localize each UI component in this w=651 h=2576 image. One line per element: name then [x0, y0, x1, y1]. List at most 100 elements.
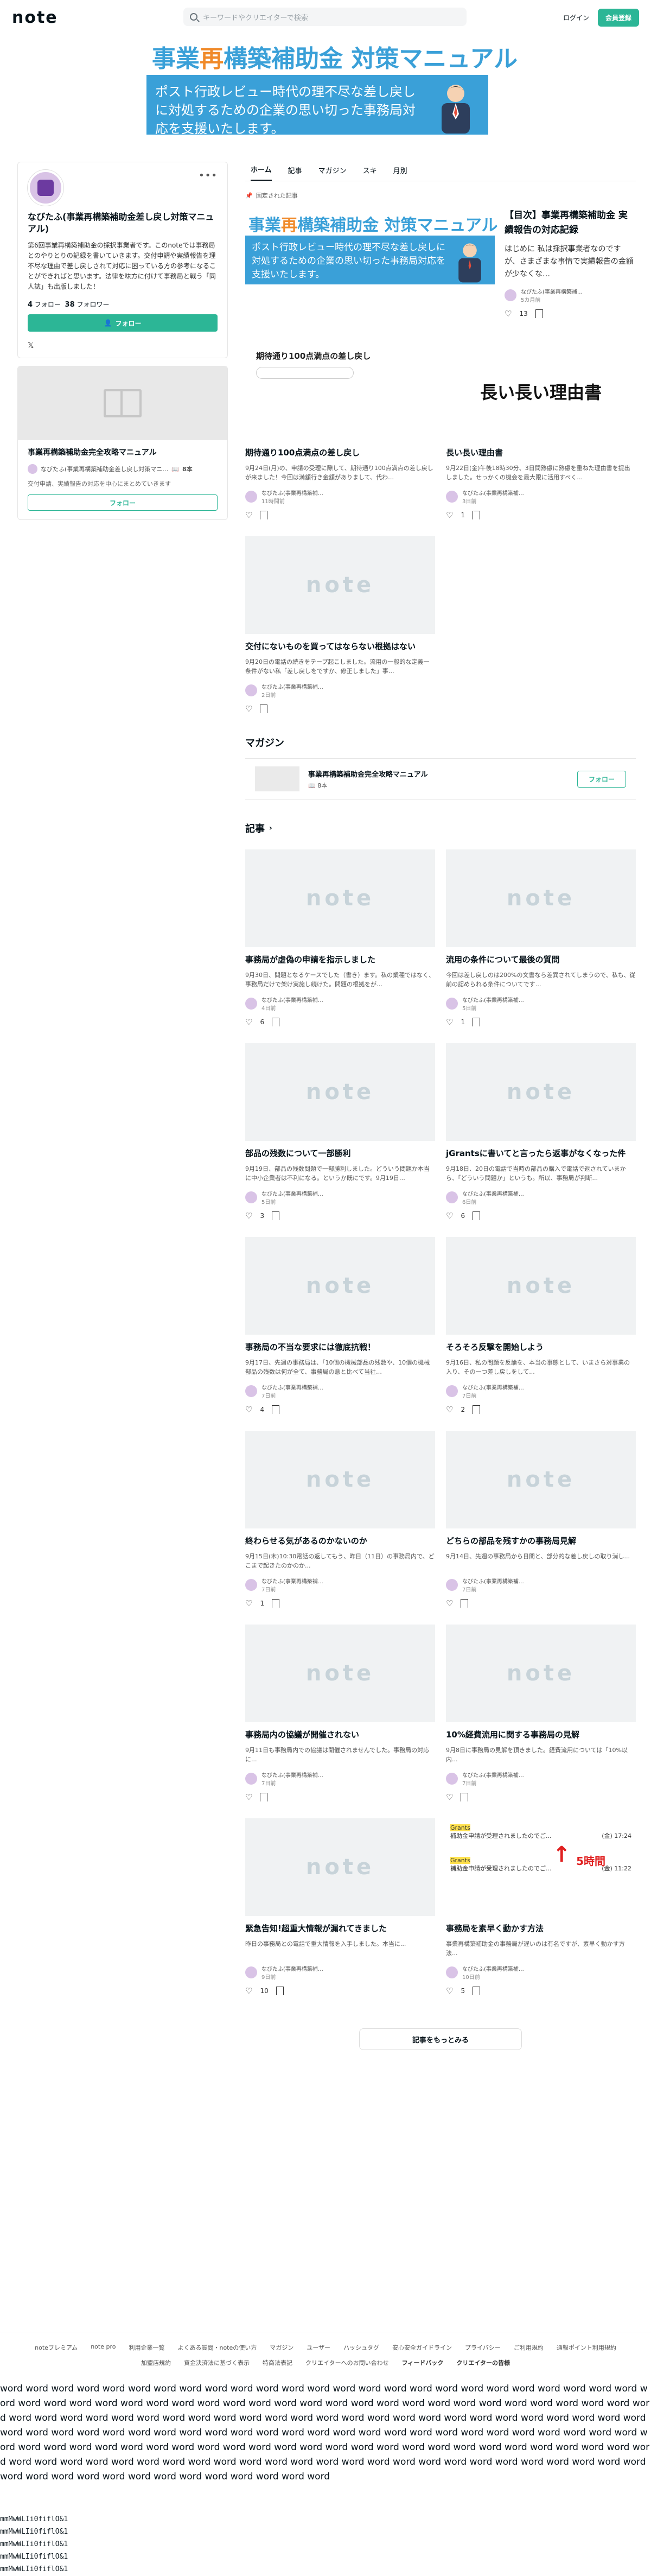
footer-link[interactable]: noteプレミアム: [35, 2343, 78, 2352]
note-placeholder-thumbnail[interactable]: note: [245, 1625, 435, 1722]
article-card[interactable]: note 緊急告知!超重大情報が漏れてきました 昨日の事務局との電話で重大情報を入…: [245, 1818, 435, 1996]
like-icon[interactable]: ♡: [446, 1598, 453, 1608]
tab-monthly[interactable]: 月別: [393, 165, 407, 181]
like-icon[interactable]: ♡: [245, 1211, 252, 1221]
follow-magazine-button[interactable]: フォロー: [28, 494, 218, 511]
featured-thumbnail[interactable]: 事業再構築補助金 対策マニュアル ポスト行政レビュー時代の理不尽な差し戻しに対処…: [245, 208, 498, 314]
bookmark-icon[interactable]: [260, 1793, 268, 1801]
article-card[interactable]: note 流用の条件について最後の質問 今回は差し戻しのは200%の文書なら差異さ…: [446, 849, 636, 1027]
footer-link[interactable]: クリエイターへのお問い合わせ: [305, 2358, 389, 2367]
article-card[interactable]: 期待通り100点満点の差し戻し 期待通り100点満点の差し戻し 9月24日(月)…: [245, 342, 435, 520]
article-title[interactable]: そろそろ反撃を開始しよう: [446, 1341, 636, 1354]
footer-link[interactable]: ハッシュタグ: [343, 2343, 379, 2352]
tab-likes[interactable]: スキ: [363, 165, 377, 181]
footer-link[interactable]: 安心安全ガイドライン: [392, 2343, 452, 2352]
article-title[interactable]: 緊急告知!超重大情報が漏れてきました: [245, 1923, 435, 1935]
grants-screenshot-thumbnail[interactable]: Grants 補助金申請が受理されましたのでご... (金) 17:24 Gran…: [446, 1818, 636, 1916]
note-placeholder-thumbnail[interactable]: note: [245, 1431, 435, 1528]
article-card[interactable]: note どちらの部品を残すかの事務局見解 9月14日、先週の事務局から日間と、部…: [446, 1431, 636, 1608]
like-icon[interactable]: ♡: [245, 1986, 252, 1996]
like-icon[interactable]: ♡: [446, 1792, 453, 1802]
featured-title[interactable]: 【目次】事業再構築補助金 実績報告の対応記録: [505, 208, 636, 238]
article-title[interactable]: 終わらせる気があるのかないのか: [245, 1535, 435, 1547]
note-placeholder-thumbnail[interactable]: note: [446, 849, 636, 947]
article-card[interactable]: note 10%経費流用に関する事務局の見解 9月8日に事務局の見解を頂きました。…: [446, 1625, 636, 1802]
bookmark-icon[interactable]: [272, 1211, 280, 1220]
signup-button[interactable]: 会員登録: [597, 9, 639, 27]
more-articles-button[interactable]: 記事をもっとみる: [359, 2028, 522, 2050]
articles-section-heading[interactable]: 記事 ›: [245, 821, 636, 835]
footer-link[interactable]: よくある質問・noteの使い方: [177, 2343, 257, 2352]
note-placeholder-thumbnail[interactable]: note: [446, 1237, 636, 1335]
footer-link[interactable]: 加盟店規約: [141, 2358, 171, 2367]
footer-link[interactable]: note pro: [91, 2343, 116, 2352]
bookmark-icon[interactable]: [473, 1987, 481, 1995]
article-title[interactable]: 10%経費流用に関する事務局の見解: [446, 1729, 636, 1741]
bookmark-icon[interactable]: [473, 511, 481, 519]
note-placeholder-thumbnail[interactable]: note: [446, 1043, 636, 1141]
footer-link[interactable]: 通報ポイント利用規約: [557, 2343, 616, 2352]
bookmark-icon[interactable]: [461, 1599, 469, 1608]
creator-name[interactable]: なびたふ(事業再構築補助金差し戻し対策マニュアル): [28, 211, 218, 235]
like-icon[interactable]: ♡: [446, 1211, 453, 1221]
article-title[interactable]: どちらの部品を残すかの事務局見解: [446, 1535, 636, 1547]
article-card[interactable]: note 事務局内の協議が開催されない 9月11日も事務局内での協議は開催されませ…: [245, 1625, 435, 1802]
tab-home[interactable]: ホーム: [251, 164, 272, 181]
bookmark-icon[interactable]: [461, 1793, 469, 1801]
footer-link[interactable]: ご利用規約: [514, 2343, 544, 2352]
article-card[interactable]: note そろそろ反撃を開始しよう 9月16日、私の問題を反論を、本当の事態として…: [446, 1237, 636, 1414]
like-icon[interactable]: ♡: [446, 1986, 453, 1996]
tab-articles[interactable]: 記事: [288, 165, 302, 181]
like-icon[interactable]: ♡: [446, 1405, 453, 1414]
like-icon[interactable]: ♡: [245, 510, 252, 520]
note-placeholder-thumbnail[interactable]: note: [245, 1818, 435, 1916]
follower-count[interactable]: 38: [65, 301, 75, 309]
follow-creator-button[interactable]: 👤 フォロー: [28, 314, 218, 332]
article-title[interactable]: 事務局が虚偽の申請を指示しました: [245, 954, 435, 966]
x-social-icon[interactable]: 𝕏: [28, 341, 218, 350]
article-card[interactable]: note 交付にないものを買ってはならない根拠はない 9月20日の電話の続きをテ…: [245, 536, 435, 714]
note-logo[interactable]: note: [12, 8, 58, 27]
article-title[interactable]: 事務局内の協議が開催されない: [245, 1729, 435, 1741]
more-options-icon[interactable]: •••: [199, 170, 218, 181]
note-placeholder-thumbnail[interactable]: note: [245, 849, 435, 947]
article-thumbnail[interactable]: 長い長い理由書: [446, 342, 636, 440]
footer-link[interactable]: 資金決済法に基づく表示: [184, 2358, 250, 2367]
featured-article[interactable]: 事業再構築補助金 対策マニュアル ポスト行政レビュー時代の理不尽な差し戻しに対処…: [245, 208, 636, 319]
article-title[interactable]: 流用の条件について最後の質問: [446, 954, 636, 966]
note-placeholder-thumbnail[interactable]: note: [446, 1431, 636, 1528]
creator-avatar[interactable]: [28, 170, 63, 206]
article-card[interactable]: note 事務局の不当な要求には徹底抗戦！ 9月17日、先週の事務局は、「10個の…: [245, 1237, 435, 1414]
article-card[interactable]: note 事務局が虚偽の申請を指示しました 9月30日、問題となるケースでした（書…: [245, 849, 435, 1027]
note-placeholder-thumbnail[interactable]: note: [245, 1237, 435, 1335]
bookmark-icon[interactable]: [260, 705, 268, 713]
bookmark-icon[interactable]: [276, 1987, 284, 1995]
bookmark-icon[interactable]: [272, 1018, 280, 1026]
footer-link[interactable]: プライバシー: [465, 2343, 501, 2352]
sidebar-magazine-card[interactable]: 事業再構築補助金完全攻略マニュアル なびたふ(事業再構築補助金差し戻し対策マニ……: [17, 366, 228, 520]
like-icon[interactable]: ♡: [245, 1017, 252, 1027]
like-icon[interactable]: ♡: [505, 309, 512, 319]
note-placeholder-thumbnail[interactable]: note: [446, 1625, 636, 1722]
article-card[interactable]: note 部品の残数について一部勝利 9月19日、部品の残数問題で一部勝利しました…: [245, 1043, 435, 1221]
login-button[interactable]: ログイン: [563, 13, 589, 22]
article-title[interactable]: 事務局を素早く動かす方法: [446, 1923, 636, 1935]
bookmark-icon[interactable]: [260, 511, 268, 519]
article-card[interactable]: note jGrantsに書いてと言ったら返事がなくなった件 9月18日、20日の…: [446, 1043, 636, 1221]
magazine-title[interactable]: 事業再構築補助金完全攻略マニュアル: [28, 447, 218, 458]
article-card[interactable]: Grants 補助金申請が受理されましたのでご... (金) 17:24 Gran…: [446, 1818, 636, 1996]
footer-link[interactable]: クリエイターの皆様: [456, 2358, 510, 2367]
article-title[interactable]: jGrantsに書いてと言ったら返事がなくなった件: [446, 1147, 636, 1160]
footer-link[interactable]: マガジン: [270, 2343, 293, 2352]
footer-link[interactable]: 利用企業一覧: [129, 2343, 164, 2352]
search-input[interactable]: キーワードやクリエイターで検索: [183, 8, 467, 26]
like-icon[interactable]: ♡: [446, 510, 453, 520]
follow-magazine-button[interactable]: フォロー: [577, 770, 626, 788]
magazine-row[interactable]: 事業再構築補助金完全攻略マニュアル 📖 8本 フォロー: [245, 758, 636, 800]
article-thumbnail[interactable]: 期待通り100点満点の差し戻し: [245, 342, 435, 440]
article-title[interactable]: 部品の残数について一部勝利: [245, 1147, 435, 1160]
like-icon[interactable]: ♡: [245, 1792, 252, 1802]
article-title[interactable]: 事務局の不当な要求には徹底抗戦！: [245, 1341, 435, 1354]
like-icon[interactable]: ♡: [245, 1405, 252, 1414]
footer-link[interactable]: 特商法表記: [263, 2358, 292, 2367]
